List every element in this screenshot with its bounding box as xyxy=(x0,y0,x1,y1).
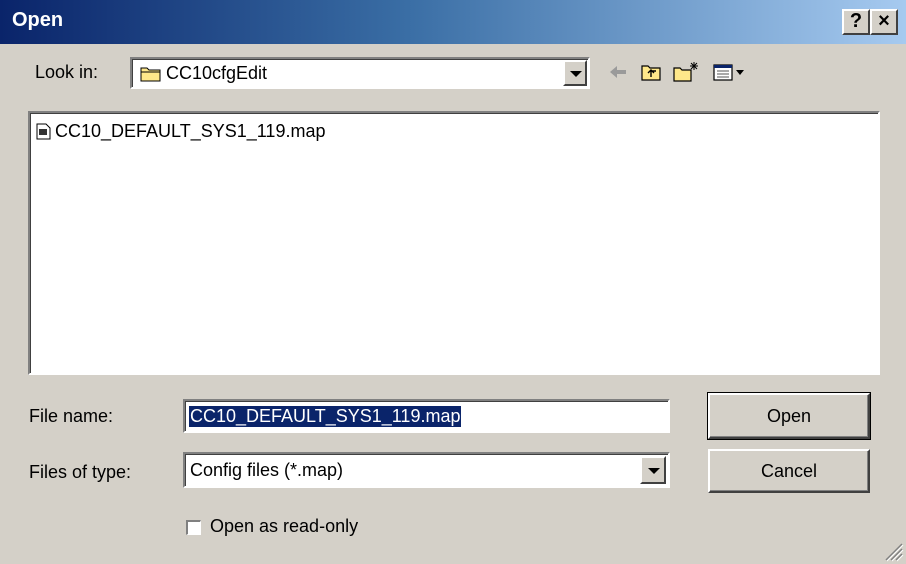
lookin-dropdown-button[interactable] xyxy=(563,60,587,86)
filetype-dropdown-button[interactable] xyxy=(640,456,666,484)
filename-input[interactable]: CC10_DEFAULT_SYS1_119.map xyxy=(183,399,670,433)
filetype-value: Config files (*.map) xyxy=(190,460,344,480)
filename-label: File name: xyxy=(29,406,114,426)
title-bar[interactable]: Open ? × xyxy=(0,0,906,44)
filetype-label: Files of type: xyxy=(29,462,132,482)
filetype-dropdown[interactable]: Config files (*.map) xyxy=(183,452,670,488)
file-icon xyxy=(36,123,51,139)
new-folder-icon[interactable] xyxy=(672,60,700,84)
lookin-dropdown[interactable]: CC10cfgEdit xyxy=(130,57,590,89)
lookin-value: CC10cfgEdit xyxy=(166,63,268,83)
view-menu-icon[interactable] xyxy=(712,60,750,84)
close-button[interactable]: × xyxy=(870,9,898,35)
file-list[interactable]: CC10_DEFAULT_SYS1_119.map xyxy=(28,111,880,375)
filename-value: CC10_DEFAULT_SYS1_119.map xyxy=(189,406,462,427)
file-item[interactable]: CC10_DEFAULT_SYS1_119.map xyxy=(36,119,325,143)
help-button[interactable]: ? xyxy=(842,9,870,35)
file-name: CC10_DEFAULT_SYS1_119.map xyxy=(55,120,326,141)
readonly-label[interactable]: Open as read-only xyxy=(210,516,358,537)
window-title: Open xyxy=(12,9,64,31)
cancel-button[interactable]: Cancel xyxy=(708,449,870,493)
readonly-checkbox[interactable] xyxy=(186,520,201,535)
open-dialog: Open ? × Look in: CC10cfgEdit CC10_DEFAU… xyxy=(0,0,906,564)
lookin-label: Look in: xyxy=(35,62,99,82)
folder-icon xyxy=(140,67,161,82)
back-arrow-icon[interactable] xyxy=(607,60,629,84)
resize-grip-icon[interactable] xyxy=(882,540,904,562)
open-button[interactable]: Open xyxy=(707,392,871,440)
up-folder-icon[interactable] xyxy=(640,60,664,84)
